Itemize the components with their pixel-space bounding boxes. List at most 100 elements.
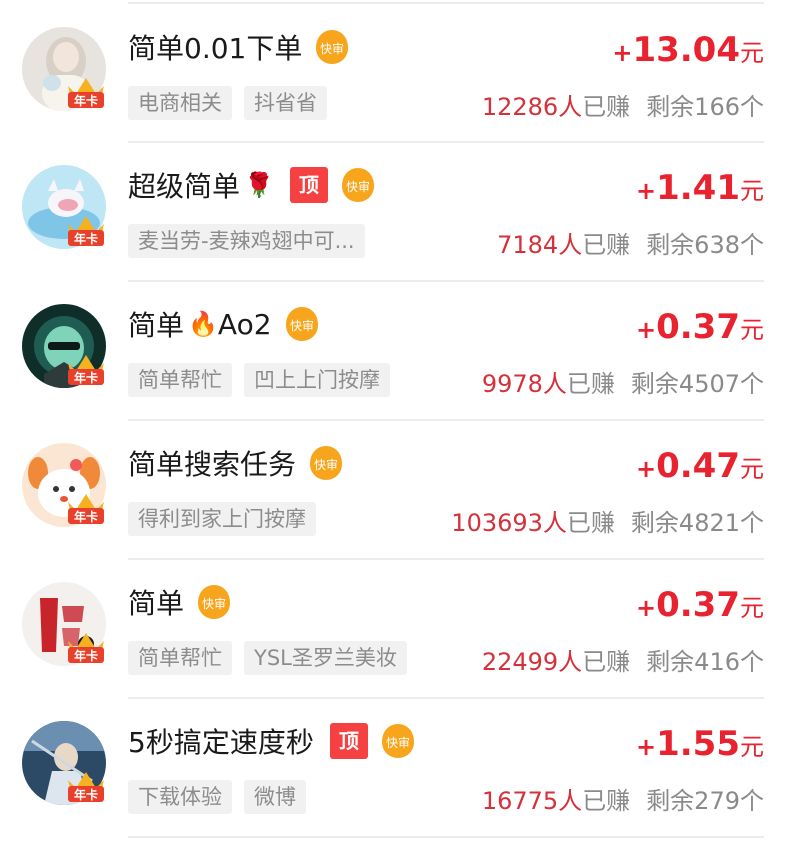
task-stats: 103693人已赚 剩余4821个 [451, 503, 764, 538]
earned-text: 已赚 [582, 231, 631, 259]
task-item-4[interactable]: 年卡 简单搜索任务 快审 得利到家上门按摩 + 0.47 元 103693人已赚… [0, 421, 786, 560]
reward-plus: + [636, 455, 657, 483]
fast-review-label: 快审 [290, 318, 314, 333]
annual-card-crown-icon: 年卡 [66, 488, 106, 526]
fast-review-badge: 快审 [284, 305, 320, 343]
reward-plus: + [636, 316, 657, 344]
earned-count: 7184人 [497, 231, 583, 259]
reward-amount: + 13.04 元 [612, 30, 764, 70]
earned-count: 9978人 [481, 370, 567, 398]
earned-count: 12286人 [481, 93, 583, 121]
tag-list: 简单帮忙 YSL圣罗兰美妆 [128, 641, 407, 675]
tag-list: 电商相关 抖省省 [128, 86, 327, 120]
annual-card-label: 年卡 [74, 648, 98, 663]
title-row: 超级简单 🌹 顶 快审 [128, 165, 376, 205]
task-title: 5秒搞定速度秒 [128, 726, 314, 759]
task-title: 简单0.01下单 [128, 32, 303, 65]
remaining-count: 剩余166个 [646, 93, 764, 121]
title-row: 5秒搞定速度秒 顶 快审 [128, 721, 416, 761]
fast-review-badge: 快审 [340, 166, 376, 204]
annual-card-label: 年卡 [74, 787, 98, 802]
annual-card-label: 年卡 [74, 231, 98, 246]
reward-unit: 元 [740, 177, 764, 205]
tag: 电商相关 [128, 86, 232, 120]
reward-plus: + [636, 177, 657, 205]
task-item-2[interactable]: 年卡 超级简单 🌹 顶 快审 麦当劳-麦辣鸡翅中可... + 1.41 元 71… [0, 143, 786, 282]
remaining-count: 剩余4507个 [630, 370, 764, 398]
reward-plus: + [636, 733, 657, 761]
remaining-count: 剩余279个 [646, 787, 764, 815]
earned-text: 已赚 [582, 648, 631, 676]
earned-text: 已赚 [566, 370, 615, 398]
tag: 简单帮忙 [128, 641, 232, 675]
remaining-count: 剩余638个 [646, 231, 764, 259]
task-title-suffix: Ao2 [217, 307, 272, 341]
task-title: 简单 [128, 587, 185, 620]
tag: 下载体验 [128, 780, 232, 814]
tag: 简单帮忙 [128, 363, 232, 397]
fire-icon: 🔥 [188, 310, 218, 338]
task-stats: 22499人已赚 剩余416个 [482, 642, 764, 677]
task-stats: 9978人已赚 剩余4507个 [482, 364, 764, 399]
annual-card-crown-icon: 年卡 [66, 766, 106, 804]
tag-list: 简单帮忙 凹上上门按摩 [128, 363, 390, 397]
remaining-count: 剩余4821个 [630, 509, 764, 537]
earned-count: 22499人 [481, 648, 583, 676]
remaining-count: 剩余416个 [646, 648, 764, 676]
tag-list: 得利到家上门按摩 [128, 502, 316, 536]
reward-unit: 元 [740, 733, 764, 761]
task-stats: 16775人已赚 剩余279个 [482, 781, 764, 816]
task-title: 简单搜索任务 [128, 448, 297, 481]
reward-value: 1.41 [656, 168, 740, 208]
reward-value: 0.37 [656, 585, 740, 625]
annual-card-label: 年卡 [74, 509, 98, 524]
task-stats: 7184人已赚 剩余638个 [497, 225, 764, 260]
earned-text: 已赚 [566, 509, 615, 537]
reward-plus: + [636, 594, 657, 622]
rose-icon: 🌹 [244, 171, 274, 199]
reward-unit: 元 [740, 455, 764, 483]
reward-plus: + [612, 39, 633, 67]
fast-review-label: 快审 [346, 179, 370, 194]
title-row: 简单0.01下单 快审 [128, 27, 350, 67]
title-row: 简单 🔥 Ao2 快审 [128, 304, 320, 344]
fast-review-badge: 快审 [314, 28, 350, 66]
title-row: 简单搜索任务 快审 [128, 443, 344, 483]
earned-text: 已赚 [582, 787, 631, 815]
task-title: 超级简单 [128, 170, 241, 203]
fast-review-label: 快审 [202, 596, 226, 611]
reward-amount: + 0.37 元 [636, 307, 764, 347]
tag: 抖省省 [244, 86, 327, 120]
earned-count: 103693人 [451, 509, 567, 537]
task-title: 简单 [128, 309, 185, 342]
task-stats: 12286人已赚 剩余166个 [482, 87, 764, 122]
tag-list: 下载体验 微博 [128, 780, 306, 814]
annual-card-crown-icon: 年卡 [66, 627, 106, 665]
task-item-1[interactable]: 年卡 简单0.01下单 快审 电商相关 抖省省 + 13.04 元 12286人… [0, 4, 786, 143]
pinned-top-badge: 顶 [329, 723, 368, 759]
fast-review-badge: 快审 [308, 444, 344, 482]
tag: YSL圣罗兰美妆 [244, 641, 407, 675]
task-item-6[interactable]: 年卡 5秒搞定速度秒 顶 快审 下载体验 微博 + 1.55 元 16775人已… [0, 699, 786, 838]
reward-value: 1.55 [656, 724, 740, 764]
reward-amount: + 0.37 元 [636, 585, 764, 625]
earned-count: 16775人 [481, 787, 583, 815]
tag: 得利到家上门按摩 [128, 502, 316, 536]
earned-text: 已赚 [582, 93, 631, 121]
annual-card-label: 年卡 [74, 93, 98, 108]
reward-value: 0.37 [656, 307, 740, 347]
annual-card-crown-icon: 年卡 [66, 72, 106, 110]
task-item-5[interactable]: 年卡 简单 快审 简单帮忙 YSL圣罗兰美妆 + 0.37 元 22499人已赚… [0, 560, 786, 699]
fast-review-badge: 快审 [196, 583, 232, 621]
tag: 微博 [244, 780, 306, 814]
reward-unit: 元 [740, 316, 764, 344]
reward-value: 13.04 [632, 30, 740, 70]
annual-card-crown-icon: 年卡 [66, 210, 106, 248]
fast-review-label: 快审 [386, 735, 410, 750]
annual-card-crown-icon: 年卡 [66, 349, 106, 387]
annual-card-label: 年卡 [74, 370, 98, 385]
reward-value: 0.47 [656, 446, 740, 486]
reward-amount: + 1.55 元 [636, 724, 764, 764]
task-item-3[interactable]: 年卡 简单 🔥 Ao2 快审 简单帮忙 凹上上门按摩 + 0.37 元 9978… [0, 282, 786, 421]
tag: 麦当劳-麦辣鸡翅中可... [128, 224, 365, 258]
